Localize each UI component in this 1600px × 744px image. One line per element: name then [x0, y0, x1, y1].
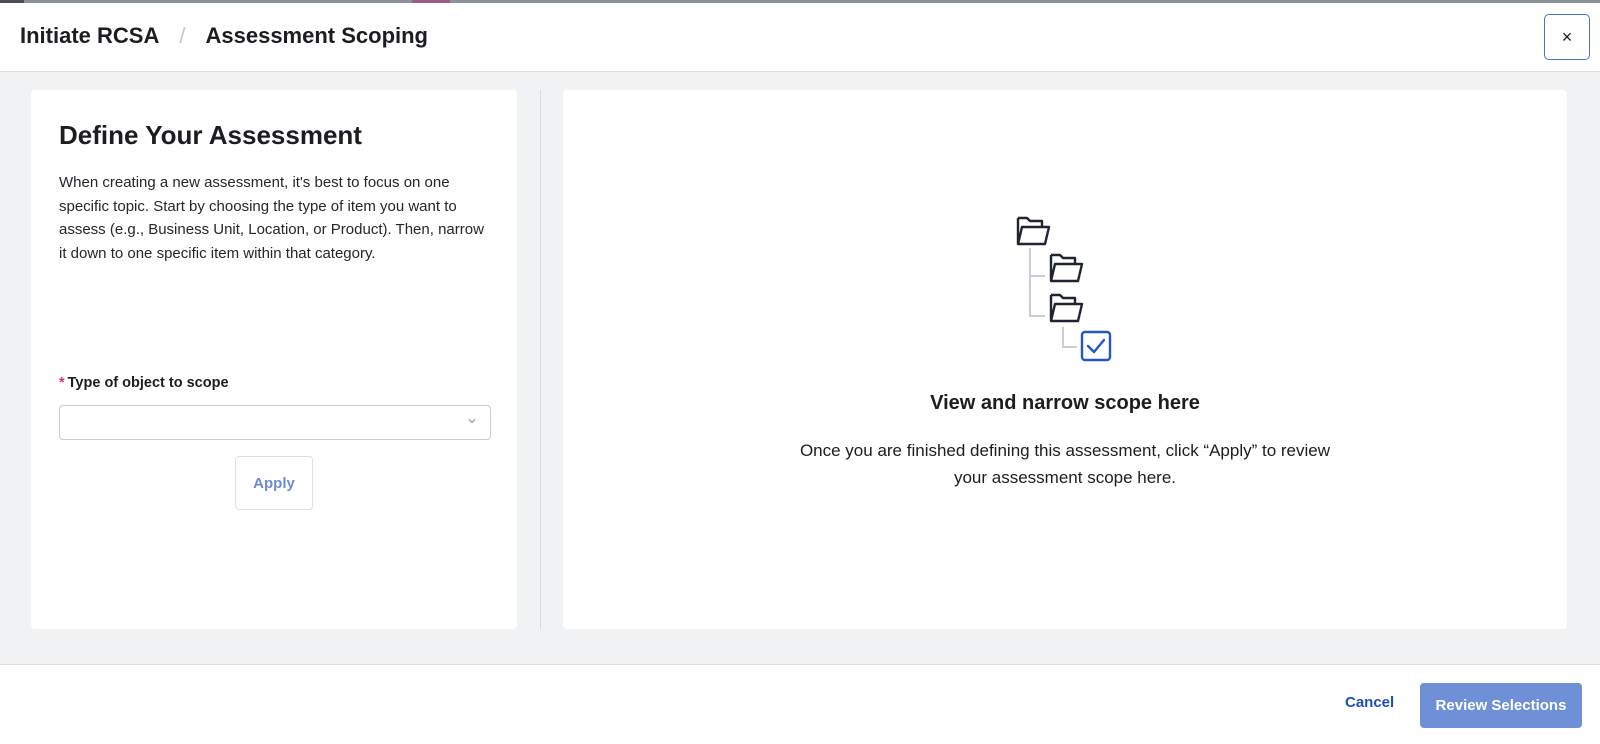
breadcrumb-item-initiate-rcsa[interactable]: Initiate RCSA — [20, 23, 159, 49]
define-assessment-panel: Define Your Assessment When creating a n… — [31, 90, 517, 629]
breadcrumb-separator: / — [179, 23, 186, 48]
scope-preview-panel: View and narrow scope here Once you are … — [563, 90, 1567, 629]
panel-description: When creating a new assessment, it's bes… — [59, 174, 484, 262]
panel-title: Define Your Assessment — [59, 120, 362, 150]
breadcrumb-item-assessment-scoping: Assessment Scoping — [205, 23, 428, 48]
panel-divider — [540, 90, 541, 629]
field-label-text: Type of object to scope — [67, 375, 229, 391]
close-icon: × — [1561, 26, 1573, 47]
empty-state-description: Once you are finished defining this asse… — [799, 441, 1331, 487]
chevron-down-icon — [468, 419, 476, 424]
required-marker: * — [59, 375, 65, 391]
modal-footer: Cancel Review Selections — [0, 664, 1600, 744]
cancel-button[interactable]: Cancel — [1345, 694, 1394, 711]
close-button[interactable]: × — [1544, 14, 1590, 60]
folder-tree-icon — [1016, 216, 1112, 362]
empty-state-title: View and narrow scope here — [930, 392, 1200, 414]
field-label: * Type of object to scope — [59, 375, 229, 391]
modal-header: Initiate RCSA / Assessment Scoping × — [0, 3, 1600, 72]
review-selections-button[interactable]: Review Selections — [1420, 683, 1582, 728]
breadcrumb: Initiate RCSA / Assessment Scoping — [20, 23, 428, 49]
object-type-select[interactable] — [59, 405, 491, 440]
apply-button[interactable]: Apply — [235, 456, 313, 510]
